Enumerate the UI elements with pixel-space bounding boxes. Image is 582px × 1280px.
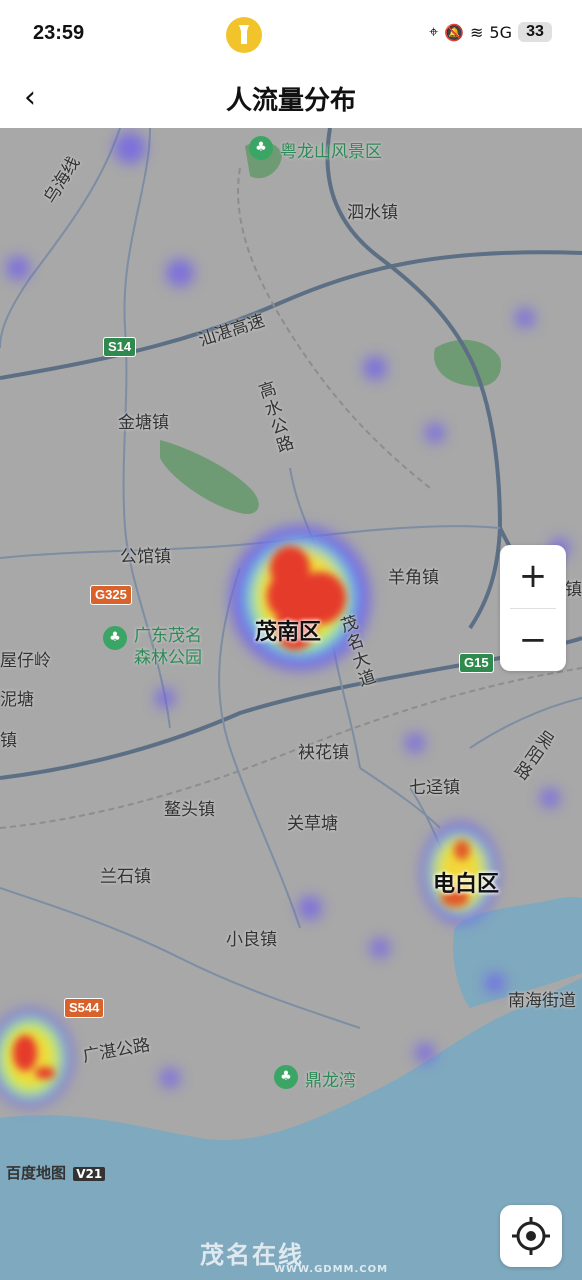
status-bar: 23:59 ⌖ 🔕 ≋ 5G 33 bbox=[0, 0, 582, 70]
park-icon: ♣ bbox=[274, 1065, 298, 1089]
forest-park bbox=[160, 440, 259, 514]
map-credit-badge: V21 bbox=[73, 1167, 106, 1181]
mute-icon: 🔕 bbox=[444, 22, 465, 42]
green-area bbox=[434, 339, 501, 387]
place-label[interactable]: 小良镇 bbox=[226, 925, 277, 950]
status-icons: ⌖ 🔕 ≋ 5G 33 bbox=[429, 22, 552, 42]
place-label[interactable]: 兰石镇 bbox=[100, 862, 151, 887]
place-label[interactable]: 泥塘 bbox=[0, 685, 34, 710]
map-credit: 百度地图 V21 bbox=[6, 1162, 106, 1183]
place-label[interactable]: 鳌头镇 bbox=[164, 795, 215, 820]
road-shield: S544 bbox=[64, 998, 105, 1018]
map-canvas bbox=[0, 128, 582, 1280]
zoom-control: + − bbox=[500, 545, 566, 671]
place-label[interactable]: 七迳镇 bbox=[409, 773, 460, 798]
zoom-in-button[interactable]: + bbox=[500, 545, 566, 607]
park-icon: ♣ bbox=[103, 626, 127, 650]
page-title: 人流量分布 bbox=[225, 86, 356, 116]
heatmap-map[interactable]: ♣ 粤龙山风景区 泗水镇 乌海线 汕湛高速 S14 金塘镇 高水公路 公馆镇 G… bbox=[0, 128, 582, 1280]
place-label[interactable]: 袂花镇 bbox=[298, 738, 349, 763]
location-icon: ⌖ bbox=[429, 22, 439, 41]
wifi-icon: ≋ bbox=[470, 22, 484, 42]
nav-bar: ‹ 人流量分布 bbox=[0, 70, 582, 128]
place-label[interactable]: 羊角镇 bbox=[388, 563, 439, 588]
place-label[interactable]: 茂南区 bbox=[255, 614, 321, 646]
place-label[interactable]: 森林公园 bbox=[134, 643, 202, 668]
place-label[interactable]: 镇 bbox=[0, 726, 17, 751]
road-shield: S14 bbox=[103, 337, 137, 357]
place-label[interactable]: 电白区 bbox=[433, 866, 499, 898]
place-label[interactable]: 公馆镇 bbox=[120, 542, 171, 567]
road-shield: G15 bbox=[459, 653, 494, 673]
place-label[interactable]: 鼎龙湾 bbox=[305, 1066, 356, 1091]
park-icon: ♣ bbox=[249, 136, 273, 160]
status-time: 23:59 bbox=[33, 22, 85, 44]
locate-button[interactable] bbox=[500, 1205, 562, 1267]
watermark-logo: 茂名在线 WWW.GDMM.COM bbox=[200, 1235, 388, 1275]
place-label[interactable]: 关草塘 bbox=[287, 809, 338, 834]
map-credit-text: 百度地图 bbox=[6, 1164, 67, 1182]
place-label[interactable]: 金塘镇 bbox=[118, 408, 169, 433]
flashlight-icon bbox=[226, 17, 262, 53]
place-label[interactable]: 泗水镇 bbox=[347, 198, 398, 223]
place-label[interactable]: 粤龙山风景区 bbox=[280, 137, 382, 162]
battery-icon: 33 bbox=[518, 22, 552, 42]
place-label[interactable]: 南海街道 bbox=[508, 986, 576, 1011]
place-label[interactable]: 镇 bbox=[565, 575, 582, 600]
watermark-url: WWW.GDMM.COM bbox=[274, 1264, 389, 1275]
road-shield: G325 bbox=[90, 585, 132, 605]
zoom-out-button[interactable]: − bbox=[500, 609, 566, 671]
crosshair-icon bbox=[512, 1217, 550, 1255]
place-label[interactable]: 屋仔岭 bbox=[0, 646, 51, 671]
signal-icon: 5G bbox=[489, 22, 512, 42]
